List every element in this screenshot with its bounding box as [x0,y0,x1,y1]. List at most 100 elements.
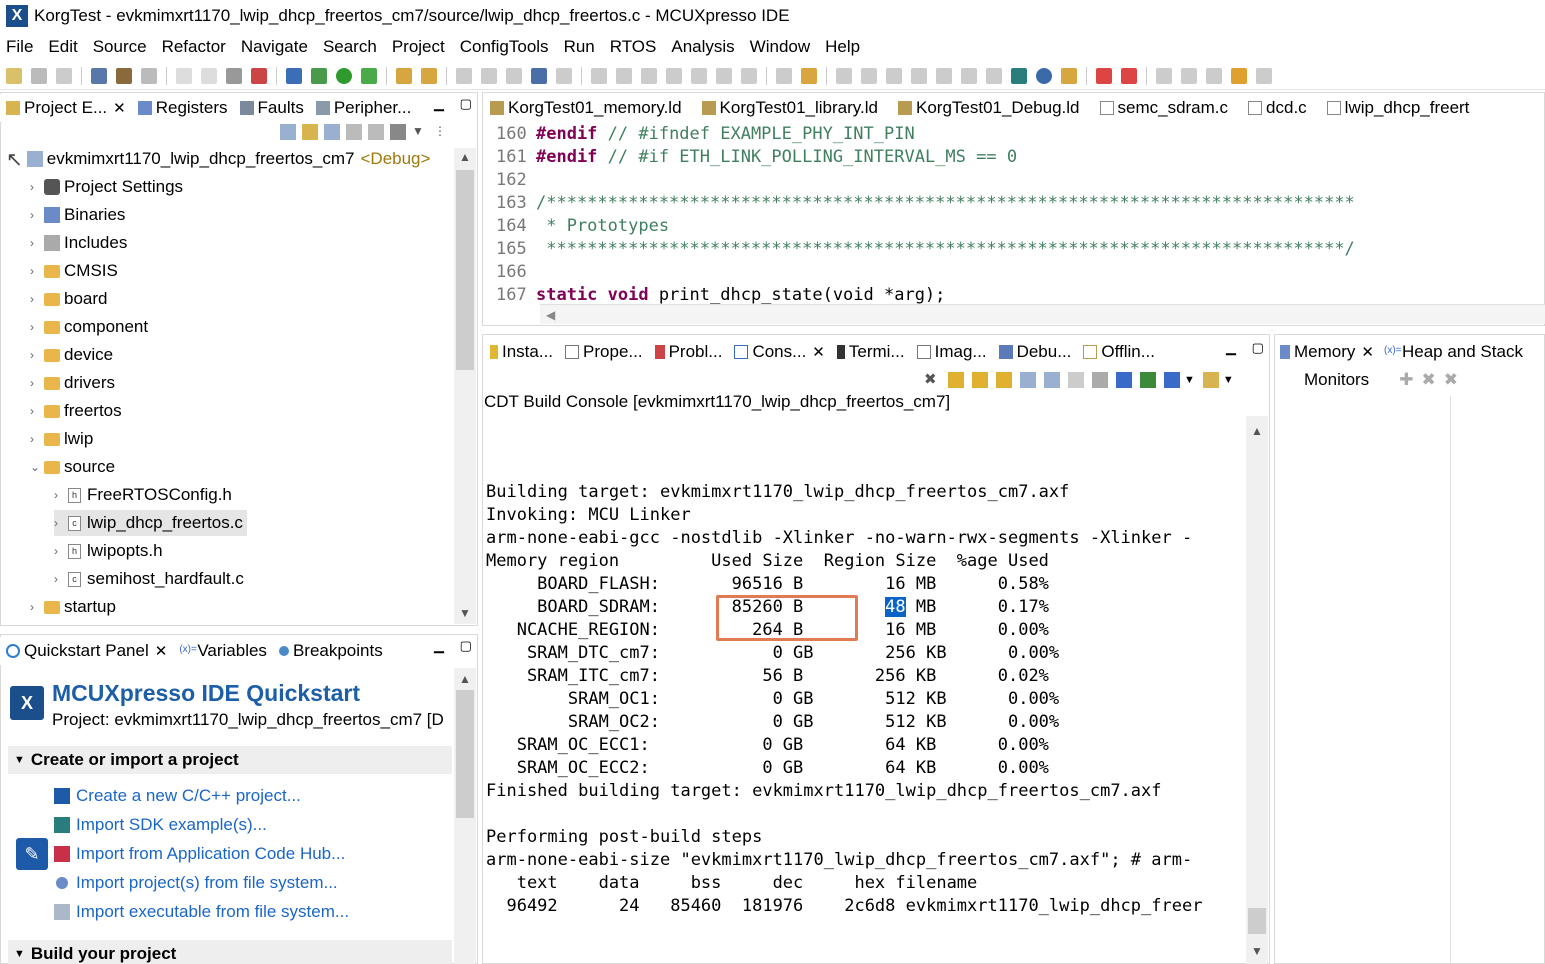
tab-registers[interactable]: Registers [132,94,234,122]
tab-properties[interactable]: Prope... [559,338,649,366]
menu-rtos[interactable]: RTOS [610,37,657,57]
show-console-icon[interactable] [1092,372,1108,388]
home-icon[interactable] [1061,67,1077,84]
menu-search[interactable]: Search [323,37,377,57]
open-type-icon[interactable] [396,67,412,84]
tab-terminal[interactable]: Termi... [831,338,911,366]
paste-icon[interactable] [1044,372,1060,388]
mcuxpresso-icon[interactable] [1011,67,1027,84]
scrollbar-thumb[interactable] [456,170,474,370]
chevron-down-icon[interactable]: ▼ [1223,374,1234,386]
display-console-icon[interactable] [1116,372,1132,388]
step-into-icon[interactable] [691,67,707,84]
nav-back-icon[interactable] [1231,67,1247,84]
resume-all-icon[interactable] [836,67,852,84]
prev-annotation-icon[interactable] [1181,67,1197,84]
link-import-executable[interactable]: Import executable from file system... [54,902,349,922]
suspend-icon[interactable] [616,67,632,84]
external-tools-icon[interactable] [361,67,377,84]
tab-offline-peripherals[interactable]: Offlin... [1077,338,1161,366]
sync-icon[interactable] [368,124,384,140]
word-wrap-icon[interactable] [996,372,1012,388]
probe-icon[interactable] [226,67,242,84]
debug-icon[interactable] [286,67,302,84]
panel-minmax-buttons[interactable]: ▁ ▢ [434,638,478,654]
scrollbar-thumb[interactable] [1248,908,1266,934]
disconnect-icon[interactable] [666,67,682,84]
chevron-right-icon[interactable]: › [30,404,44,418]
menu-window[interactable]: Window [750,37,810,57]
tab-breakpoints[interactable]: Breakpoints [273,637,389,665]
clean-icon[interactable] [141,67,157,84]
scroll-up-icon[interactable]: ▲ [459,672,471,686]
tab-library-ld[interactable]: KorgTest01_library.ld [696,94,884,122]
close-icon[interactable]: ✕ [113,99,126,117]
chevron-right-icon[interactable]: › [30,264,44,278]
remove-all-monitors-icon[interactable]: ✖ [1444,370,1458,390]
close-icon[interactable]: ✕ [1361,343,1374,361]
tab-image-info[interactable]: Imag... [911,338,993,366]
tab-memory[interactable]: Memory ✕ [1278,338,1380,366]
copy-icon[interactable] [1020,372,1036,388]
instruction-step-icon[interactable] [776,67,792,84]
menu-project[interactable]: Project [392,37,445,57]
tree-item-board[interactable]: › board [30,286,107,312]
more-icon[interactable]: ⋮ [434,124,450,140]
tab-heap-and-stack[interactable]: (x)= Heap and Stack [1380,338,1529,366]
editor-horizontal-scrollbar[interactable]: ◀ [540,304,1545,324]
last-edit-icon[interactable] [1206,67,1222,84]
tree-item-lwipopts[interactable]: › h lwipopts.h [54,538,163,564]
tab-console[interactable]: Cons... ✕ [728,338,831,366]
build-console-output[interactable]: Building target: evkmimxrt1170_lwip_dhcp… [484,414,1244,964]
console-scrollbar[interactable] [1246,416,1268,964]
display-selected-icon[interactable] [1164,372,1180,388]
build-config-icon[interactable] [91,67,107,84]
link-import-sdk-examples[interactable]: Import SDK example(s)... [54,815,267,835]
restart-icon[interactable] [801,67,817,84]
tab-memory-ld[interactable]: KorgTest01_memory.ld [484,94,688,122]
menu-run[interactable]: Run [564,37,595,57]
menu-edit[interactable]: Edit [48,37,77,57]
search-icon[interactable] [421,67,437,84]
filter-icon[interactable] [324,124,340,140]
tree-item-includes[interactable]: › Includes [30,230,127,256]
tab-lwip-dhcp-freertos[interactable]: lwip_dhcp_freert [1320,94,1476,122]
stop-icon[interactable] [641,67,657,84]
toggle-mark-icon[interactable] [456,67,472,84]
tree-item-drivers[interactable]: › drivers [30,370,115,396]
chevron-right-icon[interactable]: › [54,516,68,530]
chevron-right-icon[interactable]: › [30,292,44,306]
step-return-icon[interactable] [741,67,757,84]
remove-monitor-icon[interactable]: ✖ [1421,370,1435,390]
step-over-icon[interactable] [716,67,732,84]
scroll-down-icon[interactable]: ▼ [459,606,471,620]
new-icon[interactable] [6,67,22,84]
menu-configtools[interactable]: ConfigTools [460,37,549,57]
section-create-import[interactable]: ▼ Create or import a project [8,746,452,774]
link-import-app-code-hub[interactable]: Import from Application Code Hub... [54,844,345,864]
save-icon[interactable] [31,67,47,84]
tree-item-startup[interactable]: › startup [30,594,116,620]
whitespace-icon[interactable] [506,67,522,84]
next-annotation-icon[interactable] [1156,67,1172,84]
link-icon[interactable] [1096,67,1112,84]
tree-item-freertosconfig[interactable]: › h FreeRTOSConfig.h [54,482,232,508]
clear-console-icon[interactable] [1068,372,1084,388]
chevron-right-icon[interactable]: › [54,544,68,558]
tab-debug[interactable]: Debu... [993,338,1078,366]
chevron-right-icon[interactable]: › [30,236,44,250]
terminate-icon[interactable]: ✖ [924,372,940,388]
menu-source[interactable]: Source [93,37,147,57]
close-icon[interactable]: ✕ [155,642,168,660]
code-editor[interactable]: 160 #endif // #ifndef EXAMPLE_PHY_INT_PIN… [484,122,1545,305]
globe-icon[interactable] [1036,67,1052,84]
probe-link-icon[interactable] [1121,67,1137,84]
scrollbar-thumb[interactable] [456,690,474,818]
chevron-right-icon[interactable]: › [30,600,44,614]
build-icon[interactable] [116,67,132,84]
tree-item-component[interactable]: › component [30,314,148,340]
step-over-all-icon[interactable] [936,67,952,84]
chevron-right-icon[interactable]: › [54,488,68,502]
tree-item-binaries[interactable]: › Binaries [30,202,125,228]
chevron-down-icon[interactable]: ▼ [1184,374,1195,386]
